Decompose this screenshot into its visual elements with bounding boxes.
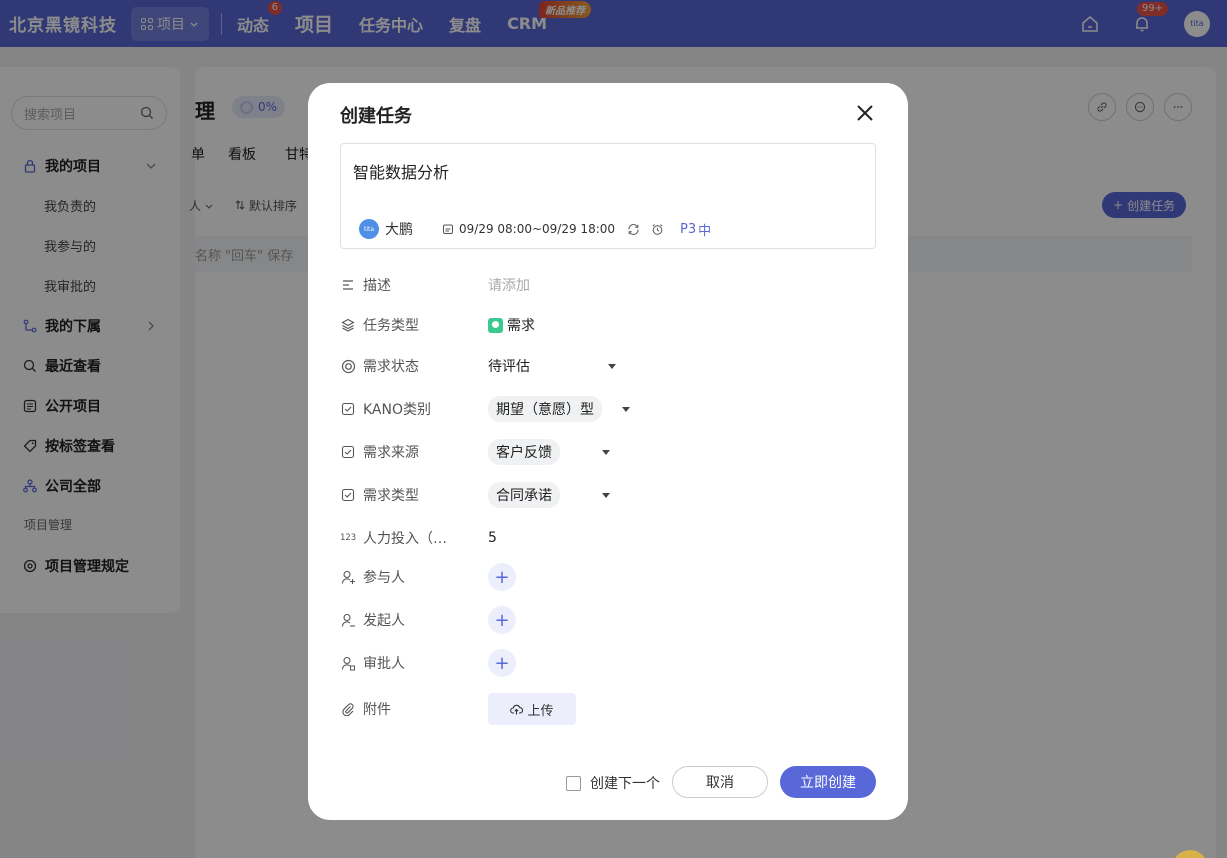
field-label: 描述: [363, 278, 391, 294]
caret-down-icon: [608, 363, 616, 369]
req-source-value: 客户反馈: [488, 439, 560, 465]
create-now-button[interactable]: 立即创建: [780, 766, 876, 798]
field-task-type: 任务类型 需求: [340, 313, 876, 337]
user-initiator-icon: [340, 612, 356, 628]
caret-down-icon: [602, 492, 610, 498]
req-type-value: 合同承诺: [488, 482, 560, 508]
close-icon[interactable]: [854, 102, 876, 124]
create-next-label: 创建下一个: [590, 776, 660, 792]
task-type-select[interactable]: 需求: [488, 315, 535, 335]
add-user-icon: [340, 569, 356, 585]
task-meta-row: tita 大鹏 09/29 08:00~09/29 18:00 P3 中: [359, 219, 711, 239]
user-approver-icon: [340, 655, 356, 671]
checkbox-field-icon: [340, 401, 356, 417]
checkbox-field-icon: [340, 444, 356, 460]
checkbox-field-icon: [340, 487, 356, 503]
field-req-source: 需求来源 客户反馈: [340, 439, 876, 465]
field-label: 发起人: [363, 613, 405, 629]
calendar-icon: [443, 224, 453, 234]
kano-value: 期望（意愿）型: [488, 396, 602, 422]
requirement-type-icon: [488, 317, 503, 333]
req-type-select[interactable]: 合同承诺: [488, 482, 610, 508]
field-initiator: 发起人 +: [340, 606, 876, 634]
req-source-select[interactable]: 客户反馈: [488, 439, 610, 465]
field-label: 人力投入（…: [363, 531, 447, 547]
caret-down-icon: [622, 406, 630, 412]
priority-code[interactable]: P3: [680, 222, 696, 237]
req-status-select[interactable]: 待评估: [488, 356, 616, 376]
description-icon: [340, 277, 356, 293]
field-label: 任务类型: [363, 318, 419, 334]
field-label: 附件: [363, 702, 391, 718]
create-next-checkbox[interactable]: [566, 775, 581, 791]
field-label: 审批人: [363, 656, 405, 672]
field-approver: 审批人 +: [340, 649, 876, 677]
task-name-input[interactable]: 智能数据分析 tita 大鹏 09/29 08:00~09/29 18:00 P…: [340, 143, 876, 249]
repeat-icon[interactable]: [627, 223, 640, 236]
field-effort: 123 人力投入（… 5: [340, 526, 876, 550]
req-status-value: 待评估: [488, 359, 530, 375]
paperclip-icon: [340, 701, 356, 717]
date-range[interactable]: 09/29 08:00~09/29 18:00: [459, 222, 615, 236]
field-label: 需求类型: [363, 488, 419, 504]
field-label: 参与人: [363, 570, 405, 586]
description-input[interactable]: 请添加: [488, 275, 530, 295]
cloud-upload-icon: [510, 704, 524, 714]
caret-down-icon: [602, 449, 610, 455]
field-req-status: 需求状态 待评估: [340, 354, 876, 378]
add-participant-button[interactable]: +: [488, 563, 516, 591]
assignee-name[interactable]: 大鹏: [385, 219, 413, 239]
add-initiator-button[interactable]: +: [488, 606, 516, 634]
create-task-dialog: 创建任务 智能数据分析 tita 大鹏 09/29 08:00~09/29 18…: [308, 83, 908, 820]
field-label: KANO类别: [363, 402, 432, 418]
field-attachment: 附件 上传: [340, 693, 876, 725]
add-approver-button[interactable]: +: [488, 649, 516, 677]
upload-label: 上传: [527, 703, 554, 719]
field-participants: 参与人 +: [340, 563, 876, 591]
kano-select[interactable]: 期望（意愿）型: [488, 396, 630, 422]
effort-input[interactable]: 5: [488, 530, 497, 546]
task-name-value: 智能数据分析: [353, 163, 450, 182]
task-type-value: 需求: [507, 318, 535, 334]
field-label: 需求状态: [363, 359, 419, 375]
field-description: 描述 请添加: [340, 273, 876, 297]
target-icon: [340, 358, 356, 374]
assignee-avatar[interactable]: tita: [359, 219, 379, 239]
upload-button[interactable]: 上传: [488, 693, 576, 725]
alarm-clock-icon[interactable]: [651, 223, 664, 236]
layers-icon: [340, 317, 356, 333]
field-req-type: 需求类型 合同承诺: [340, 482, 876, 508]
field-kano: KANO类别 期望（意愿）型: [340, 396, 876, 422]
cancel-button[interactable]: 取消: [672, 766, 768, 798]
priority-label[interactable]: 中: [698, 220, 711, 239]
dialog-title: 创建任务: [340, 106, 412, 127]
create-next-toggle[interactable]: 创建下一个: [566, 773, 660, 793]
number-icon: 123: [339, 533, 357, 543]
field-label: 需求来源: [363, 445, 419, 461]
